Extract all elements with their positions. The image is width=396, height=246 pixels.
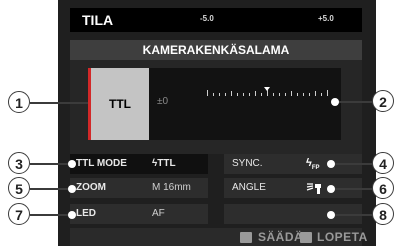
callout-2: 2 bbox=[372, 90, 394, 112]
callout-2-leader bbox=[334, 101, 374, 103]
setting-led[interactable]: LED bbox=[70, 204, 208, 224]
scale-max-label: +5.0 bbox=[318, 14, 334, 23]
ttl-mode-label: TTL MODE bbox=[76, 158, 127, 169]
callout-4-dot bbox=[327, 160, 335, 168]
callout-4-leader bbox=[330, 163, 374, 165]
callout-8-leader bbox=[330, 214, 374, 216]
callout-7: 7 bbox=[8, 203, 30, 225]
menu-button-icon bbox=[240, 232, 252, 243]
panel-header: KAMERAKENKÄSALAMA bbox=[70, 40, 362, 60]
compensation-scale[interactable] bbox=[205, 86, 335, 112]
adjust-label[interactable]: SÄÄDÄ bbox=[258, 230, 303, 244]
angle-label: ANGLE bbox=[232, 182, 266, 193]
callout-6: 6 bbox=[372, 177, 394, 199]
callout-5-dot bbox=[68, 185, 76, 193]
led-value: AF bbox=[152, 208, 165, 219]
compensation-value: ±0 bbox=[157, 96, 169, 107]
callout-3-dot bbox=[68, 160, 76, 168]
scale-min-label: -5.0 bbox=[200, 14, 214, 23]
callout-3: 3 bbox=[8, 152, 30, 174]
flash-fp-sync-icon: ϟFP bbox=[306, 157, 320, 172]
callout-4: 4 bbox=[372, 152, 394, 174]
zoom-label: ZOOM bbox=[76, 182, 106, 193]
compensation-pointer-icon bbox=[264, 87, 270, 91]
back-button-icon bbox=[300, 232, 312, 243]
zoom-value: M 16mm bbox=[152, 182, 191, 193]
flash-mode-ttl[interactable]: TTL bbox=[91, 68, 149, 140]
callout-1: 1 bbox=[8, 91, 30, 113]
callout-7-dot bbox=[68, 211, 76, 219]
callout-6-leader bbox=[330, 188, 374, 190]
led-label: LED bbox=[76, 208, 96, 219]
callout-5: 5 bbox=[8, 177, 30, 199]
flash-angle-icon bbox=[306, 183, 321, 194]
ttl-mode-value: ϟTTL bbox=[152, 158, 176, 169]
callout-8-dot bbox=[327, 211, 335, 219]
callout-6-dot bbox=[327, 185, 335, 193]
exit-label[interactable]: LOPETA bbox=[317, 230, 368, 244]
callout-1-leader bbox=[30, 102, 88, 104]
sync-label: SYNC. bbox=[232, 158, 263, 169]
callout-2-dot bbox=[331, 98, 339, 106]
callout-8: 8 bbox=[372, 203, 394, 225]
